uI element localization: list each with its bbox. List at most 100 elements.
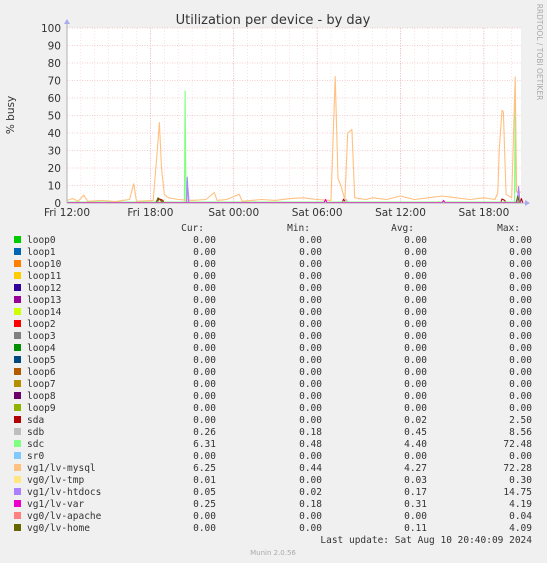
y-tick-label: 50 — [48, 111, 61, 123]
legend-label: loop13 — [27, 295, 61, 306]
legend-cur-value: 0.00 — [193, 247, 216, 258]
legend-max-value: 0.00 — [509, 247, 532, 258]
legend-min-value: 0.44 — [299, 463, 322, 474]
legend-swatch — [14, 272, 21, 279]
legend-label: loop5 — [27, 355, 56, 366]
legend-max-value: 14.75 — [503, 487, 532, 498]
legend-cur-value: 0.00 — [193, 295, 216, 306]
legend-swatch — [14, 476, 21, 483]
legend-min-value: 0.00 — [299, 295, 322, 306]
legend-max-value: 0.00 — [509, 391, 532, 402]
legend-max-value: 0.00 — [509, 295, 532, 306]
legend-cur-value: 0.00 — [193, 271, 216, 282]
legend-avg-value: 4.40 — [404, 439, 427, 450]
legend-min-value: 0.00 — [299, 379, 322, 390]
legend-label: loop12 — [27, 283, 61, 294]
legend-avg-value: 0.00 — [404, 283, 427, 294]
legend-max-value: 0.00 — [509, 403, 532, 414]
legend-avg-value: 0.00 — [404, 271, 427, 282]
legend-swatch — [14, 428, 21, 435]
legend-avg-value: 0.00 — [404, 235, 427, 246]
legend-max-value: 72.48 — [503, 439, 532, 450]
legend-max-value: 0.00 — [509, 343, 532, 354]
legend-label: sdb — [27, 427, 44, 438]
legend-swatch — [14, 392, 21, 399]
legend-swatch — [14, 440, 21, 447]
legend-cur-value: 0.00 — [193, 331, 216, 342]
legend-avg-value: 0.00 — [404, 355, 427, 366]
legend-label: loop10 — [27, 259, 62, 270]
legend-avg-value: 0.03 — [404, 475, 427, 486]
legend-cur-value: 0.00 — [193, 523, 216, 534]
x-tick-label: Sat 12:00 — [375, 207, 426, 219]
legend-label: loop6 — [27, 367, 56, 378]
legend-label: loop0 — [27, 235, 56, 246]
legend-max-value: 0.00 — [509, 451, 532, 462]
y-tick-label: 60 — [48, 93, 61, 105]
legend-avg-value: 0.00 — [404, 319, 427, 330]
legend-max-value: 0.00 — [509, 307, 532, 318]
x-tick-label: Fri 12:00 — [44, 207, 90, 219]
legend-min-value: 0.00 — [299, 247, 322, 258]
y-tick-label: 10 — [48, 181, 61, 193]
legend-max-value: 0.00 — [509, 259, 532, 270]
legend-cur-value: 0.00 — [193, 355, 216, 366]
legend-min-value: 0.02 — [299, 487, 322, 498]
legend-swatch — [14, 248, 21, 255]
legend-max-value: 0.04 — [509, 511, 532, 522]
y-tick-label: 20 — [48, 163, 61, 175]
y-tick-label: 70 — [48, 76, 61, 88]
legend-min-value: 0.00 — [299, 343, 322, 354]
legend-cur-value: 0.00 — [193, 451, 216, 462]
footer: Munin 2.0.56 — [250, 549, 296, 557]
legend-swatch — [14, 356, 21, 363]
legend-min-value: 0.00 — [299, 523, 322, 534]
legend-max-value: 0.00 — [509, 367, 532, 378]
legend-max-value: 0.00 — [509, 379, 532, 390]
legend-header-cur: Cur: — [181, 223, 204, 234]
legend-cur-value: 0.00 — [193, 379, 216, 390]
legend-label: loop8 — [27, 391, 56, 402]
legend-swatch — [14, 236, 21, 243]
legend-swatch — [14, 332, 21, 339]
y-tick-label: 90 — [48, 41, 61, 53]
legend-label: sr0 — [27, 451, 44, 462]
legend-max-value: 0.00 — [509, 283, 532, 294]
legend-max-value: 2.50 — [509, 415, 532, 426]
legend-avg-value: 0.00 — [404, 379, 427, 390]
legend-min-value: 0.00 — [299, 391, 322, 402]
legend-max-value: 0.00 — [509, 319, 532, 330]
legend-label: loop2 — [27, 319, 56, 330]
legend-max-value: 0.00 — [509, 271, 532, 282]
legend-swatch — [14, 488, 21, 495]
legend-cur-value: 0.00 — [193, 307, 216, 318]
legend-min-value: 0.48 — [299, 439, 322, 450]
legend-min-value: 0.00 — [299, 235, 322, 246]
x-tick-label: Sat 06:00 — [292, 207, 343, 219]
x-tick-label: Fri 18:00 — [127, 207, 173, 219]
legend-avg-value: 0.02 — [404, 415, 427, 426]
x-tick-label: Sat 18:00 — [458, 207, 509, 219]
y-tick-label: 40 — [48, 128, 61, 140]
legend-cur-value: 6.25 — [193, 463, 216, 474]
legend-swatch — [14, 308, 21, 315]
legend-swatch — [14, 320, 21, 327]
legend-header-avg: Avg: — [391, 223, 414, 234]
y-tick-label: 80 — [48, 58, 61, 70]
legend-swatch — [14, 524, 21, 531]
legend-min-value: 0.00 — [299, 283, 322, 294]
legend-avg-value: 0.31 — [404, 499, 427, 510]
legend-cur-value: 0.00 — [193, 283, 216, 294]
legend-label: sdc — [27, 439, 44, 450]
legend-max-value: 8.56 — [509, 427, 532, 438]
legend-max-value: 0.00 — [509, 235, 532, 246]
chart-title: Utilization per device - by day — [176, 13, 371, 28]
legend-label: vg1/lv-mysql — [27, 463, 96, 474]
legend-cur-value: 0.25 — [193, 499, 216, 510]
legend-cur-value: 0.01 — [193, 475, 216, 486]
legend-avg-value: 0.11 — [404, 523, 427, 534]
legend-max-value: 0.00 — [509, 355, 532, 366]
legend-swatch — [14, 344, 21, 351]
legend-max-value: 72.28 — [503, 463, 532, 474]
legend-min-value: 0.00 — [299, 259, 322, 270]
